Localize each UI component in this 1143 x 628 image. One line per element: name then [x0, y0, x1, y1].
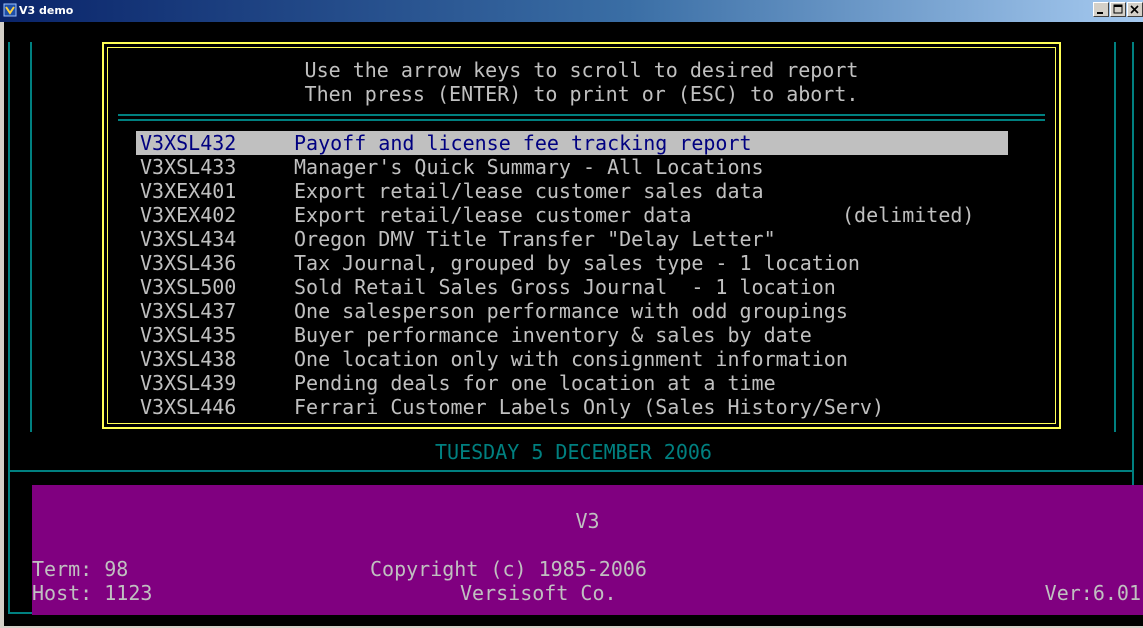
- report-description: Export retail/lease customer sales data: [294, 179, 764, 203]
- maximize-icon: [1113, 4, 1123, 14]
- frame-inner-left-line: [30, 42, 32, 432]
- report-item[interactable]: V3XSL434 Oregon DMV Title Transfer "Dela…: [136, 227, 1008, 251]
- report-description: One location only with consignment infor…: [294, 347, 848, 371]
- minimize-icon: [1097, 12, 1103, 14]
- report-item[interactable]: V3XSL446 Ferrari Customer Labels Only (S…: [136, 395, 1008, 419]
- report-item[interactable]: V3XEX402 Export retail/lease customer da…: [136, 203, 1008, 227]
- report-item[interactable]: V3XSL439 Pending deals for one location …: [136, 371, 1008, 395]
- report-description: One salesperson performance with odd gro…: [294, 299, 848, 323]
- minimize-button[interactable]: [1093, 2, 1109, 17]
- report-description: Export retail/lease customer data: [294, 203, 692, 227]
- close-icon: [1130, 5, 1139, 14]
- report-item-selected[interactable]: V3XSL432 Payoff and license fee tracking…: [136, 131, 1008, 155]
- report-code: V3XSL439: [140, 371, 237, 395]
- company-name: Versisoft Co.: [460, 581, 617, 605]
- report-item[interactable]: V3XSL438 One location only with consignm…: [136, 347, 1008, 371]
- report-description: Manager's Quick Summary - All Locations: [294, 155, 764, 179]
- date-display: TUESDAY 5 DECEMBER 2006: [435, 440, 712, 464]
- report-code: V3XSL436: [140, 251, 237, 275]
- report-code: V3XSL437: [140, 299, 237, 323]
- term-label: Term: 98: [32, 557, 129, 581]
- report-description: Pending deals for one location at a time: [294, 371, 776, 395]
- title-bar: V3 demo: [0, 0, 1143, 22]
- panel-separator: [118, 114, 1045, 116]
- report-description: Ferrari Customer Labels Only (Sales Hist…: [294, 395, 885, 419]
- copyright-text: Copyright (c) 1985-2006: [370, 557, 647, 581]
- report-description: Sold Retail Sales Gross Journal - 1 loca…: [294, 275, 836, 299]
- report-description: Oregon DMV Title Transfer "Delay Letter": [294, 227, 776, 251]
- frame-inner-right-line: [1114, 42, 1116, 432]
- report-item[interactable]: V3XSL435 Buyer performance inventory & s…: [136, 323, 1008, 347]
- report-code: V3XSL446: [140, 395, 237, 419]
- report-code: V3XEX402: [140, 203, 237, 227]
- report-item[interactable]: V3XSL500 Sold Retail Sales Gross Journal…: [136, 275, 1008, 299]
- instruction-line-1: Use the arrow keys to scroll to desired …: [304, 58, 859, 82]
- report-extra: (delimited): [842, 203, 975, 227]
- report-code: V3XSL432: [140, 131, 237, 155]
- report-item[interactable]: V3XSL436 Tax Journal, grouped by sales t…: [136, 251, 1008, 275]
- report-code: V3XSL434: [140, 227, 237, 251]
- host-label: Host: 1123: [32, 581, 153, 605]
- report-menu-panel: Use the arrow keys to scroll to desired …: [102, 42, 1061, 429]
- version-label: Ver:6.01: [1044, 581, 1141, 605]
- maximize-button[interactable]: [1110, 2, 1126, 17]
- report-description: Tax Journal, grouped by sales type - 1 l…: [294, 251, 860, 275]
- report-item[interactable]: V3XSL437 One salesperson performance wit…: [136, 299, 1008, 323]
- app-icon: [3, 3, 17, 17]
- status-footer: V3 Term: 98 Host: 1123 Copyright (c) 198…: [32, 485, 1143, 615]
- window-title: V3 demo: [19, 4, 74, 17]
- report-description: Buyer performance inventory & sales by d…: [294, 323, 812, 347]
- panel-separator-2: [118, 119, 1045, 121]
- app-name: V3: [575, 509, 600, 533]
- close-button[interactable]: [1127, 2, 1143, 17]
- report-code: V3XSL438: [140, 347, 237, 371]
- frame-left-line: [8, 42, 10, 612]
- instruction-line-2: Then press (ENTER) to print or (ESC) to …: [304, 82, 859, 106]
- report-item[interactable]: V3XSL433 Manager's Quick Summary - All L…: [136, 155, 1008, 179]
- report-code: V3XSL500: [140, 275, 237, 299]
- report-code: V3XEX401: [140, 179, 237, 203]
- terminal-console[interactable]: Use the arrow keys to scroll to desired …: [4, 22, 1143, 626]
- report-item[interactable]: V3XEX401 Export retail/lease customer sa…: [136, 179, 1008, 203]
- report-code: V3XSL435: [140, 323, 237, 347]
- report-code: V3XSL433: [140, 155, 237, 179]
- report-description: Payoff and license fee tracking report: [294, 131, 752, 155]
